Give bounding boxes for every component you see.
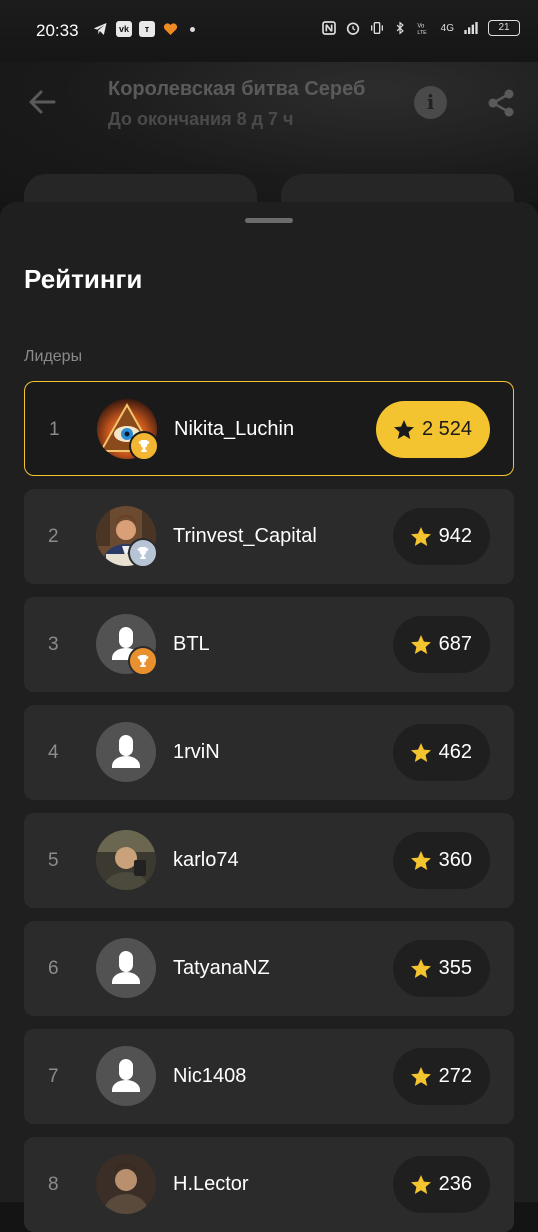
gold-trophy-icon (129, 431, 159, 461)
score-value: 355 (438, 957, 472, 979)
rank-number: 1 (49, 419, 60, 440)
leader-row[interactable]: 5 karlo74 360 (24, 813, 514, 908)
signal-icon (464, 22, 478, 34)
default-avatar-icon (96, 938, 156, 998)
share-icon[interactable] (484, 86, 518, 120)
score-value: 272 (438, 1065, 472, 1087)
rank-number: 7 (48, 1066, 59, 1087)
nfc-icon (321, 21, 336, 35)
avatar (96, 830, 156, 890)
score-badge: 236 (392, 1156, 490, 1213)
star-icon (410, 634, 431, 654)
header: Королевская битва Сереб До окончания 8 д… (0, 62, 538, 214)
star-icon (410, 1066, 431, 1086)
more-notifications-dot (190, 26, 195, 32)
rank-number: 2 (48, 526, 59, 547)
bronze-trophy-icon (128, 646, 158, 676)
leader-row[interactable]: 3 BTL 687 (24, 597, 514, 692)
sheet-title: Рейтинги (24, 264, 143, 294)
default-avatar-icon (96, 722, 156, 782)
heart-app-icon (163, 23, 178, 35)
sheet-drag-handle[interactable] (245, 218, 293, 223)
system-icons: Vo LTE 4G 21 (321, 20, 520, 36)
score-value: 462 (438, 741, 472, 763)
player-name: 1rviN (173, 741, 220, 763)
player-name: karlo74 (173, 849, 239, 871)
rank-number: 8 (48, 1174, 59, 1195)
telegram-icon (93, 23, 107, 35)
leader-row[interactable]: 2 Trinvest_Capital 942 (24, 489, 514, 584)
volte-icon: VoLTE (417, 23, 427, 36)
section-label: Лидеры (24, 348, 83, 365)
score-badge: 360 (392, 832, 490, 889)
score-badge: 355 (392, 940, 490, 997)
star-icon (393, 419, 414, 439)
leader-row[interactable]: 7 Nic1408 272 (24, 1029, 514, 1124)
player-name: Nic1408 (173, 1065, 247, 1087)
page-title: Королевская битва Сереб (108, 78, 366, 100)
svg-text:LTE: LTE (417, 30, 427, 36)
leader-row[interactable]: 1 Nikita_Luchin 2 524 (24, 381, 514, 476)
score-badge: 462 (392, 724, 490, 781)
alarm-icon (346, 22, 359, 35)
score-value: 236 (438, 1173, 472, 1195)
score-badge: 687 (392, 616, 490, 673)
tinkoff-icon: т (139, 21, 155, 37)
leader-row[interactable]: 4 1rviN 462 (24, 705, 514, 800)
page-subtitle: До окончания 8 д 7 ч (108, 109, 294, 129)
silver-trophy-icon (128, 538, 158, 568)
score-badge: 2 524 (375, 401, 490, 458)
star-icon (410, 742, 431, 762)
player-name: TatyanaNZ (173, 957, 270, 979)
rank-number: 5 (48, 850, 59, 871)
back-arrow-icon[interactable] (26, 86, 58, 118)
player-name: Trinvest_Capital (173, 525, 317, 547)
score-badge: 942 (392, 508, 490, 565)
rank-number: 6 (48, 958, 59, 979)
status-bar: 20:33 vk т Vo LTE 4G 21 (0, 0, 538, 62)
score-value: 2 524 (421, 418, 472, 440)
star-icon (410, 1174, 431, 1194)
photo-avatar-icon (96, 830, 156, 890)
info-icon[interactable]: i (414, 86, 447, 119)
leader-row[interactable]: 8 H.Lector 236 (24, 1137, 514, 1232)
default-avatar-icon (96, 1046, 156, 1106)
vibrate-icon (370, 22, 383, 34)
vk-icon: vk (116, 21, 132, 37)
score-badge: 272 (392, 1048, 490, 1105)
player-name: Nikita_Luchin (174, 418, 295, 440)
score-value: 360 (438, 849, 472, 871)
bluetooth-icon (396, 21, 404, 35)
score-value: 687 (438, 633, 472, 655)
battery-icon: 21 (488, 20, 520, 36)
star-icon (410, 850, 431, 870)
svg-text:Vo: Vo (417, 23, 425, 29)
ratings-sheet: Рейтинги Лидеры 1 Nikita_Luchin 2 524 2 … (0, 202, 538, 1232)
avatar (96, 1154, 156, 1214)
status-time: 20:33 (36, 21, 79, 40)
rank-number: 4 (48, 742, 59, 763)
network-type: 4G (440, 22, 454, 34)
rank-number: 3 (48, 634, 59, 655)
leader-row[interactable]: 6 TatyanaNZ 355 (24, 921, 514, 1016)
notification-icons: vk т (92, 21, 195, 37)
player-name: BTL (173, 633, 210, 655)
photo-avatar-icon (96, 1154, 156, 1214)
player-name: H.Lector (173, 1173, 249, 1195)
star-icon (410, 526, 431, 546)
score-value: 942 (438, 525, 472, 547)
star-icon (410, 958, 431, 978)
